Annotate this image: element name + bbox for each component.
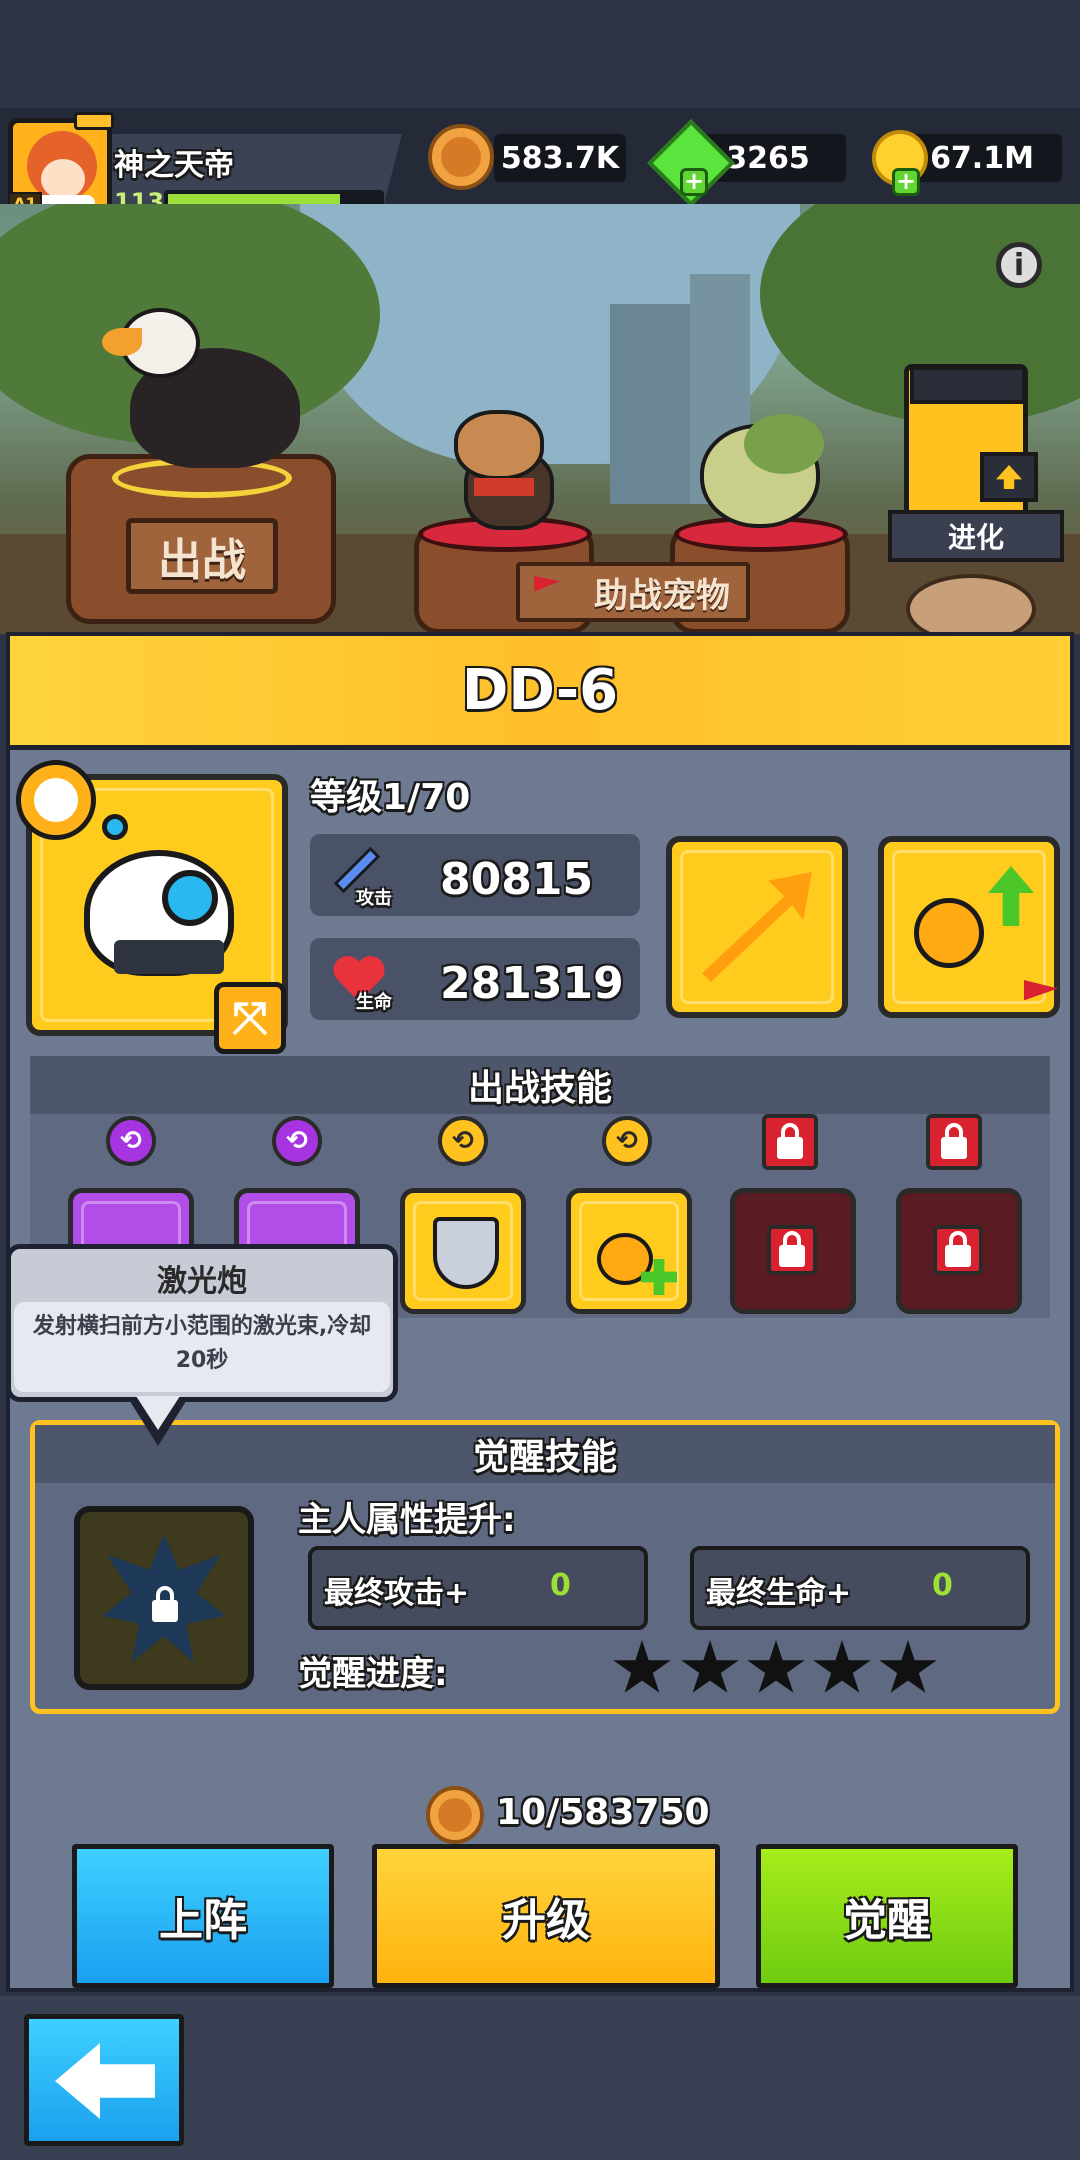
- tooltip-title: 激光炮: [157, 1264, 247, 1299]
- flag-icon: [534, 576, 560, 592]
- final-attack-label: 最终攻击+: [324, 1576, 470, 1611]
- pet-scene: 出战 助战宠物 进化 i: [0, 204, 1080, 634]
- awaken-progress-label: 觉醒进度:: [298, 1654, 448, 1694]
- skill-slot-6-locked[interactable]: [896, 1188, 1022, 1314]
- shield-icon: [433, 1217, 499, 1289]
- player-name: 神之天帝: [114, 148, 234, 183]
- assist-pets-sign[interactable]: 助战宠物: [516, 562, 750, 622]
- evolve-skill-button[interactable]: [666, 836, 848, 1018]
- robot-antenna: [102, 814, 128, 840]
- skill-refresh-icon: ⟲: [438, 1116, 488, 1166]
- back-arrow-icon: [55, 2043, 155, 2119]
- final-hp-value: 0: [932, 1568, 953, 1603]
- lock-icon: [762, 1114, 818, 1170]
- deploy-button[interactable]: 上阵: [72, 1844, 334, 1988]
- attack-tag: 攻击: [356, 888, 392, 909]
- final-attack-value: 0: [550, 1568, 571, 1603]
- skill-refresh-icon: ⟲: [602, 1116, 652, 1166]
- paw-coin-icon: [426, 1786, 484, 1844]
- skill-slot-3[interactable]: [400, 1188, 526, 1314]
- battle-skills-header: 出战技能: [30, 1056, 1050, 1114]
- robot-visor: [114, 940, 224, 974]
- screen-root: { "player": {"name": "神之天帝", "level": "1…: [0, 0, 1080, 2160]
- lock-icon: [767, 1225, 817, 1275]
- skill-refresh-icon: ⟲: [106, 1116, 156, 1166]
- owner-boost-label: 主人属性提升:: [298, 1500, 516, 1540]
- add-gem-button[interactable]: +: [680, 168, 708, 196]
- lock-icon: [933, 1225, 983, 1275]
- back-button[interactable]: [24, 2014, 184, 2146]
- evolve-machine-top: [910, 366, 1026, 404]
- skill-refresh-icon: ⟲: [272, 1116, 322, 1166]
- lock-icon: [152, 1586, 178, 1622]
- dog-face: [454, 410, 544, 480]
- pet-type-badge: [16, 760, 96, 840]
- pet-level: 等级1/70: [310, 777, 471, 818]
- swap-button[interactable]: ⤧: [214, 982, 286, 1054]
- skill-slot-4[interactable]: [566, 1188, 692, 1314]
- add-gold-button[interactable]: +: [892, 168, 920, 196]
- frog-back: [744, 414, 824, 474]
- city-building: [610, 304, 690, 504]
- frog-pet[interactable]: [694, 414, 824, 530]
- dog-scarf: [474, 478, 534, 496]
- dog-pet[interactable]: [444, 400, 564, 530]
- awaken-skill-icon[interactable]: [74, 1506, 254, 1690]
- evolve-button[interactable]: 进化: [888, 510, 1064, 562]
- skill-slot-5-locked[interactable]: [730, 1188, 856, 1314]
- hp-tag: 生命: [356, 992, 392, 1013]
- awaken-header: 觉醒技能: [35, 1425, 1055, 1483]
- upgrade-button[interactable]: 升级: [372, 1844, 720, 1988]
- paw-coin-amount: 583.7K: [494, 134, 626, 182]
- eagle-beak: [102, 328, 142, 356]
- final-hp-label: 最终生命+: [706, 1576, 852, 1611]
- paw-icon: [914, 898, 984, 968]
- tooltip-description: 发射横扫前方小范围的激光束,冷却20秒: [32, 1314, 372, 1373]
- avatar-crown-icon: [74, 112, 114, 130]
- info-icon[interactable]: i: [996, 242, 1042, 288]
- fox-icon: [34, 778, 78, 822]
- attack-value: 80815: [440, 854, 594, 905]
- robot-eye: [162, 870, 218, 926]
- deploy-sign: 出战: [126, 518, 278, 594]
- awaken-button[interactable]: 觉醒: [756, 1844, 1018, 1988]
- paw-coin-icon: [428, 124, 494, 190]
- assist-pets-label: 助战宠物: [594, 575, 730, 616]
- eagle-pet[interactable]: [100, 298, 300, 468]
- pet-name-title: DD-6: [10, 636, 1070, 750]
- evolve-arrow-icon: [980, 452, 1038, 502]
- upgrade-cost: 10/583750: [496, 1792, 710, 1833]
- lock-icon: [926, 1114, 982, 1170]
- avatar-face: [41, 159, 85, 199]
- hp-value: 281319: [440, 958, 624, 1009]
